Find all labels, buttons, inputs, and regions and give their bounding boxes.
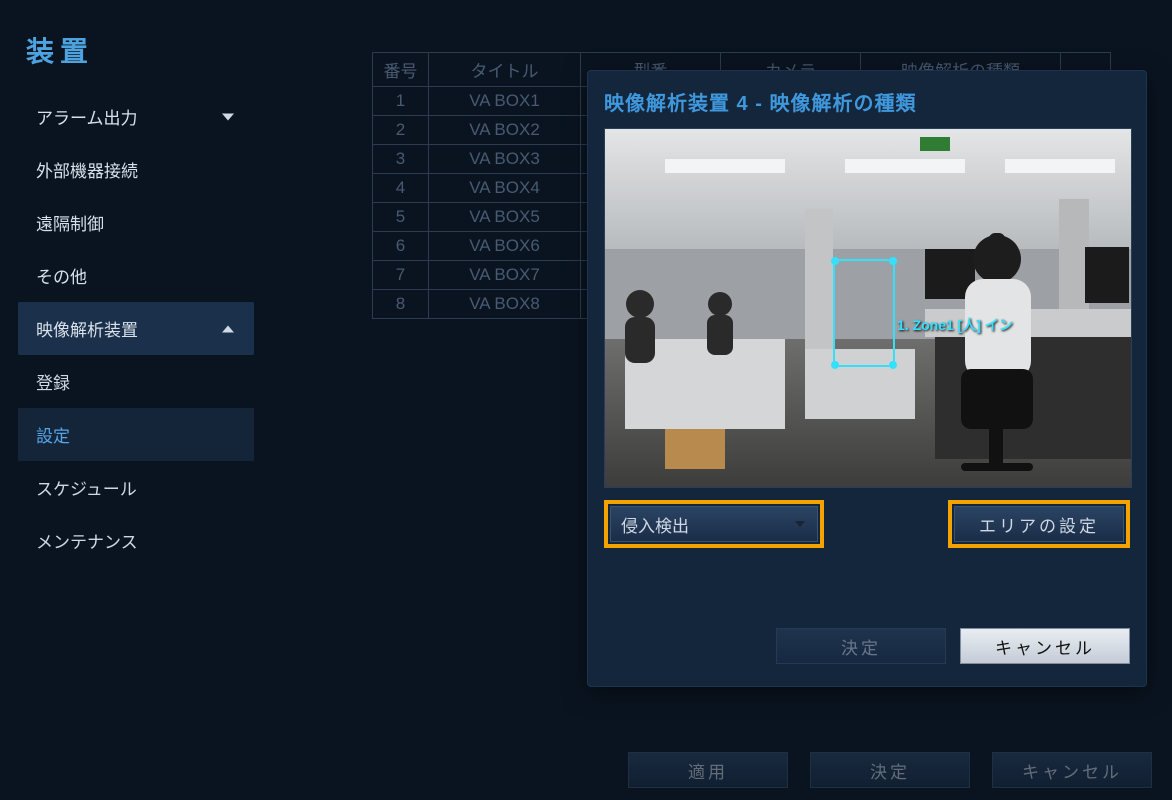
sidebar-sub-settings[interactable]: 設定 bbox=[18, 408, 254, 461]
dialog-ok-button[interactable]: 決定 bbox=[776, 628, 946, 664]
ok-button[interactable]: 決定 bbox=[810, 752, 970, 788]
cell-title: VA BOX5 bbox=[429, 203, 581, 232]
zone-handle-tr[interactable] bbox=[889, 257, 897, 265]
main-area: 番号 タイトル 型番 カメラ 映像解析の種類 1VA BOX12VA BOX23… bbox=[272, 0, 1172, 800]
dropdown-value: 侵入検出 bbox=[621, 512, 689, 537]
sub-item-label: スケジュール bbox=[36, 480, 137, 499]
cell-title: VA BOX4 bbox=[429, 174, 581, 203]
sidebar: 装置 アラーム出力 外部機器接続 遠隔制御 その他 映像解析装置 登録 設定 ス… bbox=[0, 0, 272, 800]
col-title: タイトル bbox=[429, 53, 581, 87]
sidebar-item-va[interactable]: 映像解析装置 bbox=[18, 302, 254, 355]
sidebar-item-label: アラーム出力 bbox=[36, 109, 138, 128]
col-index: 番号 bbox=[373, 53, 429, 87]
cell-title: VA BOX6 bbox=[429, 232, 581, 261]
cell-index: 8 bbox=[373, 290, 429, 319]
cell-title: VA BOX2 bbox=[429, 116, 581, 145]
cell-index: 2 bbox=[373, 116, 429, 145]
va-type-dialog: 映像解析装置 4 - 映像解析の種類 bbox=[587, 70, 1147, 687]
sidebar-sub-register[interactable]: 登録 bbox=[18, 355, 254, 408]
cancel-button[interactable]: キャンセル bbox=[992, 752, 1152, 788]
zone-handle-bl[interactable] bbox=[831, 361, 839, 369]
sidebar-title: 装置 bbox=[18, 30, 254, 70]
cell-index: 1 bbox=[373, 87, 429, 116]
sidebar-item-other[interactable]: その他 bbox=[18, 249, 254, 302]
cell-title: VA BOX3 bbox=[429, 145, 581, 174]
dialog-title: 映像解析装置 4 - 映像解析の種類 bbox=[604, 87, 1130, 116]
button-label: キャンセル bbox=[995, 634, 1095, 659]
cell-index: 7 bbox=[373, 261, 429, 290]
sidebar-item-alarm-output[interactable]: アラーム出力 bbox=[18, 90, 254, 143]
sidebar-item-external[interactable]: 外部機器接続 bbox=[18, 143, 254, 196]
sidebar-va-children: 登録 設定 スケジュール メンテナンス bbox=[18, 355, 254, 567]
apply-button[interactable]: 適用 bbox=[628, 752, 788, 788]
sub-item-label: メンテナンス bbox=[36, 533, 138, 552]
sub-item-label: 登録 bbox=[36, 374, 70, 393]
dialog-cancel-button[interactable]: キャンセル bbox=[960, 628, 1130, 664]
area-settings-button[interactable]: エリアの設定 bbox=[954, 506, 1124, 542]
sidebar-item-label: 外部機器接続 bbox=[36, 162, 138, 181]
zone-handle-tl[interactable] bbox=[831, 257, 839, 265]
cell-index: 3 bbox=[373, 145, 429, 174]
sidebar-item-remote[interactable]: 遠隔制御 bbox=[18, 196, 254, 249]
cell-index: 4 bbox=[373, 174, 429, 203]
button-label: 適用 bbox=[688, 758, 728, 783]
sidebar-item-label: 遠隔制御 bbox=[36, 215, 104, 234]
cell-index: 6 bbox=[373, 232, 429, 261]
cell-index: 5 bbox=[373, 203, 429, 232]
sub-item-label: 設定 bbox=[36, 427, 70, 446]
button-label: エリアの設定 bbox=[979, 512, 1099, 537]
camera-preview[interactable]: 1. Zone1 [人] イン bbox=[604, 128, 1132, 488]
button-label: キャンセル bbox=[1022, 758, 1122, 783]
button-label: 決定 bbox=[841, 634, 881, 659]
area-button-highlight: エリアの設定 bbox=[948, 500, 1130, 548]
dropdown-highlight: 侵入検出 bbox=[604, 500, 824, 548]
button-label: 決定 bbox=[870, 758, 910, 783]
sidebar-item-label: 映像解析装置 bbox=[36, 321, 138, 340]
zone-handle-br[interactable] bbox=[889, 361, 897, 369]
cell-title: VA BOX1 bbox=[429, 87, 581, 116]
detection-zone[interactable] bbox=[833, 259, 895, 367]
sidebar-item-label: その他 bbox=[36, 268, 87, 287]
analysis-type-dropdown[interactable]: 侵入検出 bbox=[610, 506, 818, 542]
sidebar-sub-maintenance[interactable]: メンテナンス bbox=[18, 514, 254, 567]
zone-label: 1. Zone1 [人] イン bbox=[897, 315, 1013, 335]
cell-title: VA BOX8 bbox=[429, 290, 581, 319]
cell-title: VA BOX7 bbox=[429, 261, 581, 290]
page-footer-buttons: 適用 決定 キャンセル bbox=[622, 752, 1152, 788]
sidebar-sub-schedule[interactable]: スケジュール bbox=[18, 461, 254, 514]
